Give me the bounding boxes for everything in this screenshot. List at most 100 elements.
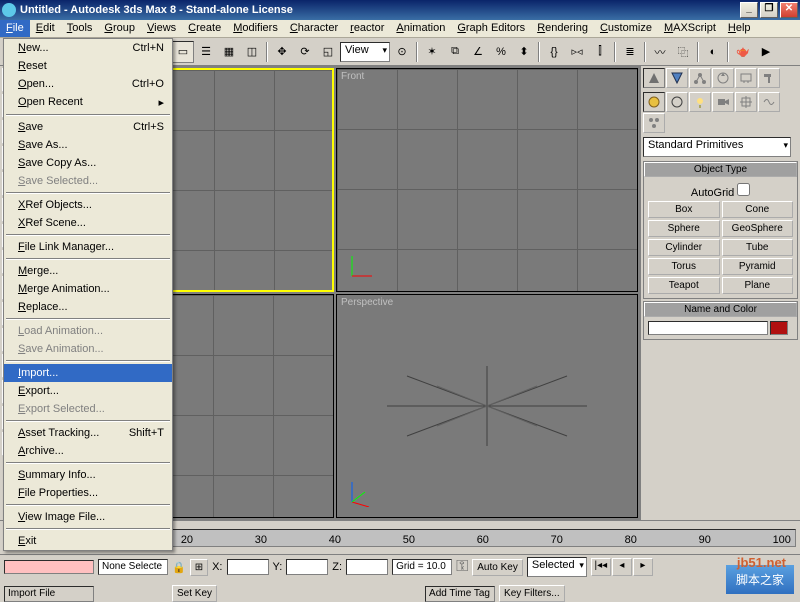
- create-geosphere-button[interactable]: GeoSphere: [722, 220, 794, 237]
- geometry-subtab[interactable]: [643, 92, 665, 112]
- file-menu-xref-scene[interactable]: XRef Scene...: [4, 214, 172, 232]
- file-menu-archive[interactable]: Archive...: [4, 442, 172, 460]
- create-sphere-button[interactable]: Sphere: [648, 220, 720, 237]
- helpers-subtab[interactable]: [735, 92, 757, 112]
- shapes-subtab[interactable]: [666, 92, 688, 112]
- create-box-button[interactable]: Box: [648, 201, 720, 218]
- menu-customize[interactable]: Customize: [594, 20, 658, 37]
- create-cone-button[interactable]: Cone: [722, 201, 794, 218]
- file-menu-import[interactable]: Import...: [4, 364, 172, 382]
- systems-subtab[interactable]: [643, 113, 665, 133]
- file-menu-exit[interactable]: Exit: [4, 532, 172, 550]
- display-tab[interactable]: [735, 68, 757, 88]
- menu-rendering[interactable]: Rendering: [531, 20, 594, 37]
- menu-group[interactable]: Group: [98, 20, 141, 37]
- menu-animation[interactable]: Animation: [390, 20, 451, 37]
- manipulate-button[interactable]: ✶: [421, 41, 443, 63]
- percent-snap-button[interactable]: %: [490, 41, 512, 63]
- select-move-button[interactable]: ✥: [271, 41, 293, 63]
- viewport-front[interactable]: Front: [336, 68, 638, 292]
- file-menu-reset[interactable]: Reset: [4, 57, 172, 75]
- file-menu-save-copy-as[interactable]: Save Copy As...: [4, 154, 172, 172]
- file-menu-xref-objects[interactable]: XRef Objects...: [4, 196, 172, 214]
- file-menu-view-image-file[interactable]: View Image File...: [4, 508, 172, 526]
- create-tube-button[interactable]: Tube: [722, 239, 794, 256]
- create-teapot-button[interactable]: Teapot: [648, 277, 720, 294]
- file-menu-file-properties[interactable]: File Properties...: [4, 484, 172, 502]
- create-tab[interactable]: [643, 68, 665, 88]
- object-color-swatch[interactable]: [770, 321, 788, 335]
- autogrid-checkbox[interactable]: [737, 183, 750, 196]
- align-button[interactable]: ⫿: [589, 41, 611, 63]
- create-pyramid-button[interactable]: Pyramid: [722, 258, 794, 275]
- menu-reactor[interactable]: reactor: [344, 20, 390, 37]
- object-type-rollout-head[interactable]: Object Type: [644, 162, 797, 177]
- spacewarps-subtab[interactable]: [758, 92, 780, 112]
- menu-character[interactable]: Character: [284, 20, 344, 37]
- viewport-perspective[interactable]: Perspective: [336, 294, 638, 518]
- keymode-dropdown[interactable]: Selected: [527, 557, 587, 577]
- maximize-button[interactable]: ❐: [760, 2, 778, 18]
- transform-type-button[interactable]: ⊞: [190, 559, 208, 576]
- file-menu-asset-tracking[interactable]: Asset Tracking...Shift+T: [4, 424, 172, 442]
- utilities-tab[interactable]: [758, 68, 780, 88]
- file-menu-save[interactable]: SaveCtrl+S: [4, 118, 172, 136]
- z-input[interactable]: [346, 559, 388, 575]
- material-editor-button[interactable]: ◐: [702, 41, 724, 63]
- file-menu-summary-info[interactable]: Summary Info...: [4, 466, 172, 484]
- create-cylinder-button[interactable]: Cylinder: [648, 239, 720, 256]
- lock-icon[interactable]: 🔒: [172, 561, 186, 574]
- file-menu-open-recent[interactable]: Open Recent: [4, 93, 172, 112]
- quick-render-button[interactable]: ▶: [755, 41, 777, 63]
- spinner-snap-button[interactable]: ⬍: [513, 41, 535, 63]
- create-plane-button[interactable]: Plane: [722, 277, 794, 294]
- select-rotate-button[interactable]: ⟳: [294, 41, 316, 63]
- file-menu-export[interactable]: Export...: [4, 382, 172, 400]
- motion-tab[interactable]: [712, 68, 734, 88]
- ref-coord-drop[interactable]: View: [340, 42, 390, 62]
- named-sets-button[interactable]: {}: [543, 41, 565, 63]
- object-name-input[interactable]: [648, 321, 768, 335]
- menu-graph-editors[interactable]: Graph Editors: [451, 20, 531, 37]
- pivot-center-button[interactable]: ⊙: [391, 41, 413, 63]
- file-menu-replace[interactable]: Replace...: [4, 298, 172, 316]
- autokey-button[interactable]: Auto Key: [472, 559, 523, 576]
- window-crossing-button[interactable]: ◫: [241, 41, 263, 63]
- cameras-subtab[interactable]: [712, 92, 734, 112]
- keyfilters-button[interactable]: Key Filters...: [499, 585, 565, 602]
- goto-start-button[interactable]: |◂◂: [591, 558, 611, 576]
- name-color-rollout-head[interactable]: Name and Color: [644, 302, 797, 317]
- select-scale-button[interactable]: ◱: [317, 41, 339, 63]
- create-torus-button[interactable]: Torus: [648, 258, 720, 275]
- y-input[interactable]: [286, 559, 328, 575]
- menu-views[interactable]: Views: [141, 20, 182, 37]
- addtimetag-button[interactable]: Add Time Tag: [425, 586, 495, 602]
- menu-help[interactable]: Help: [722, 20, 757, 37]
- autogrid-check[interactable]: AutoGrid: [648, 181, 793, 201]
- curve-editor-button[interactable]: 〰: [649, 41, 671, 63]
- snap-toggle-button[interactable]: ⧉: [444, 41, 466, 63]
- menu-file[interactable]: File: [0, 20, 30, 37]
- file-menu-merge[interactable]: Merge...: [4, 262, 172, 280]
- menu-tools[interactable]: Tools: [61, 20, 99, 37]
- close-button[interactable]: ✕: [780, 2, 798, 18]
- mirror-button[interactable]: ▹◃: [566, 41, 588, 63]
- select-object-button[interactable]: ▭: [172, 41, 194, 63]
- setkey-button[interactable]: Set Key: [172, 585, 217, 602]
- select-region-button[interactable]: ▦: [218, 41, 240, 63]
- menu-create[interactable]: Create: [182, 20, 227, 37]
- file-menu-merge-animation[interactable]: Merge Animation...: [4, 280, 172, 298]
- file-menu-open[interactable]: Open...Ctrl+O: [4, 75, 172, 93]
- render-scene-button[interactable]: 🫖: [732, 41, 754, 63]
- file-menu-new[interactable]: New...Ctrl+N: [4, 39, 172, 57]
- hierarchy-tab[interactable]: [689, 68, 711, 88]
- menu-modifiers[interactable]: Modifiers: [227, 20, 284, 37]
- prev-frame-button[interactable]: ◂: [612, 558, 632, 576]
- minimize-button[interactable]: _: [740, 2, 758, 18]
- file-menu-save-as[interactable]: Save As...: [4, 136, 172, 154]
- x-input[interactable]: [227, 559, 269, 575]
- schematic-view-button[interactable]: ⿻: [672, 41, 694, 63]
- modify-tab[interactable]: [666, 68, 688, 88]
- menu-maxscript[interactable]: MAXScript: [658, 20, 722, 37]
- angle-snap-button[interactable]: ∠: [467, 41, 489, 63]
